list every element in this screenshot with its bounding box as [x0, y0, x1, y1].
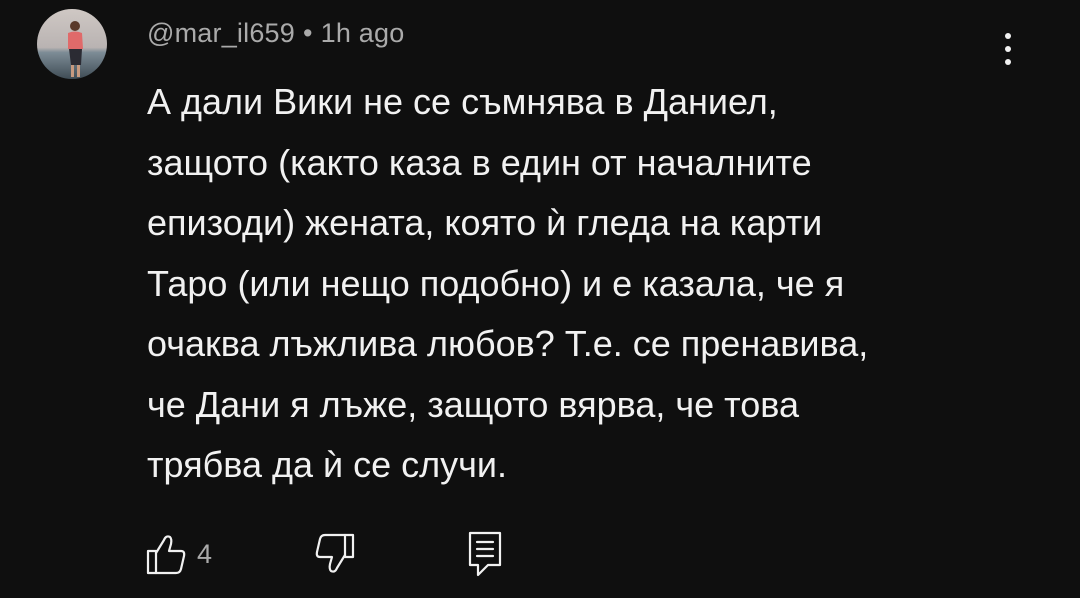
dislike-button[interactable] [314, 528, 356, 580]
like-button[interactable]: 4 [145, 528, 212, 580]
like-count: 4 [197, 538, 213, 569]
more-options-button[interactable] [988, 20, 1028, 70]
comment-text-line: очаква лъжлива любов? Т.е. се пренавива, [147, 323, 869, 364]
comment-text-line: А дали Вики не се съмнява в Даниел, [147, 81, 778, 122]
comment-text-line: Таро (или нещо подобно) и е казала, че я [147, 262, 845, 304]
comment-time: 1h ago [320, 18, 405, 48]
comment-header: @mar_il659 • 1h ago [147, 18, 404, 49]
comment-thread: @mar_il659 • 1h ago А дали Вики не се съмн… [0, 0, 1080, 598]
author-name[interactable]: @mar_il659 [147, 18, 295, 48]
comment-text-line: епизоди) жената, която ѝ гледа на карти [147, 202, 823, 243]
reply-comment-icon [468, 531, 502, 577]
comment-text: А дали Вики не се съмнява в Даниел, защо… [147, 72, 1027, 496]
thumbs-down-icon [315, 533, 355, 573]
avatar-image [37, 9, 107, 79]
comment-text-line: че Дани я лъже, защото вярва, че това [147, 383, 799, 425]
comment-actions: 4 [0, 528, 1080, 588]
avatar[interactable] [37, 9, 107, 79]
thumbs-up-icon [146, 535, 186, 575]
comment-text-line: защото (както каза в един от началните [147, 141, 812, 183]
reply-button[interactable] [466, 528, 506, 580]
comment-text-line: трябва да ѝ се случи. [147, 444, 507, 485]
meta-separator: • [302, 18, 313, 48]
